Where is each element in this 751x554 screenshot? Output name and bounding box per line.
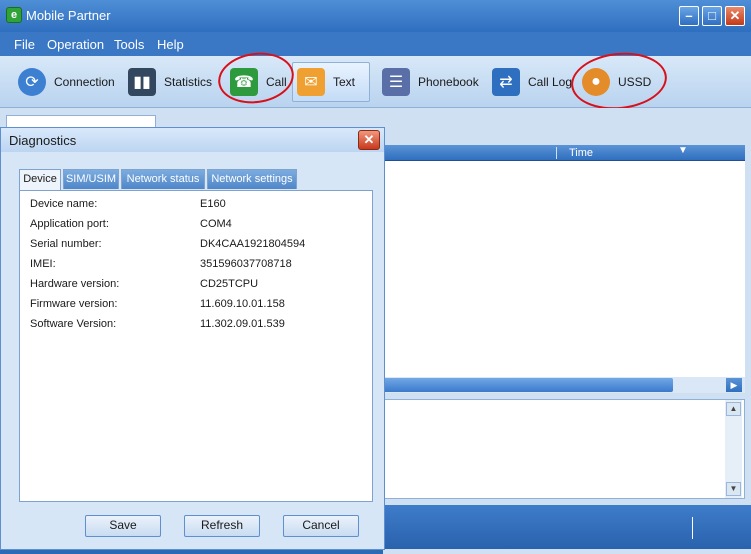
info-row: Device name: E160 xyxy=(30,198,360,214)
toolbar-text[interactable]: ✉ Text xyxy=(292,62,370,102)
toolbar-label: Phonebook xyxy=(418,75,479,89)
scroll-thumb[interactable] xyxy=(383,378,673,392)
save-button[interactable]: Save xyxy=(85,515,161,537)
refresh-button[interactable]: Refresh xyxy=(184,515,260,537)
close-button[interactable]: ✕ xyxy=(725,6,745,26)
info-label: Serial number: xyxy=(30,238,102,250)
toolbar-phonebook[interactable]: ☰ Phonebook xyxy=(378,62,483,102)
toolbar-connection[interactable]: ⟳ Connection xyxy=(14,62,119,102)
app-icon: e xyxy=(6,7,22,23)
maximize-button[interactable]: □ xyxy=(702,6,722,26)
tab-network-settings[interactable]: Network settings xyxy=(207,169,297,189)
statistics-icon: ▮▮ xyxy=(128,68,156,96)
info-value: 351596037708718 xyxy=(200,258,292,270)
tab-device[interactable]: Device xyxy=(19,169,61,191)
scroll-up-arrow-icon[interactable]: ▲ xyxy=(726,402,741,416)
info-row: Hardware version: CD25TCPU xyxy=(30,278,360,294)
message-preview[interactable] xyxy=(383,399,745,499)
tab-sim-usim[interactable]: SIM/USIM xyxy=(63,169,119,189)
info-value: DK4CAA1921804594 xyxy=(200,238,306,250)
phonebook-icon: ☰ xyxy=(382,68,410,96)
horizontal-scrollbar[interactable]: ▶ xyxy=(383,377,745,393)
sort-arrow-icon[interactable]: ▼ xyxy=(678,145,688,156)
info-label: Device name: xyxy=(30,198,98,210)
toolbar-statistics[interactable]: ▮▮ Statistics xyxy=(124,62,216,102)
toolbar-call-log[interactable]: ⇄ Call Log xyxy=(488,62,576,102)
column-separator xyxy=(556,147,557,159)
scroll-down-arrow-icon[interactable]: ▼ xyxy=(726,482,741,496)
toolbar-label: Statistics xyxy=(164,75,213,89)
dialog-title-bar: Diagnostics ✕ xyxy=(1,128,384,152)
info-label: Hardware version: xyxy=(30,278,120,290)
status-separator xyxy=(692,517,693,539)
info-row: Serial number: DK4CAA1921804594 xyxy=(30,238,360,254)
dialog-title: Diagnostics xyxy=(9,133,77,148)
window-title: Mobile Partner xyxy=(26,8,111,23)
title-bar: e Mobile Partner – □ ✕ xyxy=(0,0,751,32)
info-label: Software Version: xyxy=(30,318,117,330)
info-value: COM4 xyxy=(200,218,232,230)
connection-icon: ⟳ xyxy=(18,68,46,96)
toolbar-label: Call Log xyxy=(528,75,573,89)
status-bar xyxy=(383,505,751,549)
envelope-icon: ✉ xyxy=(297,68,325,96)
scroll-right-arrow-icon[interactable]: ▶ xyxy=(726,378,742,392)
diagnostics-dialog: Diagnostics ✕ Device SIM/USIM Network st… xyxy=(0,127,385,550)
toolbar-label: Text xyxy=(333,75,356,89)
info-value: 11.302.09.01.539 xyxy=(200,318,285,330)
menu-tools[interactable]: Tools xyxy=(114,37,144,52)
device-info-panel: Device name: E160 Application port: COM4… xyxy=(19,190,373,502)
minimize-button[interactable]: – xyxy=(679,6,699,26)
list-header: Time ▼ xyxy=(383,145,745,161)
info-value: E160 xyxy=(200,198,226,210)
info-label: Application port: xyxy=(30,218,109,230)
info-row: Software Version: 11.302.09.01.539 xyxy=(30,318,360,334)
message-list[interactable] xyxy=(383,161,745,377)
toolbar-label: Connection xyxy=(54,75,115,89)
info-label: Firmware version: xyxy=(30,298,118,310)
menu-bar: File Operation Tools Help xyxy=(0,32,751,56)
vertical-scrollbar[interactable]: ▲ ▼ xyxy=(725,400,742,498)
time-column-header[interactable]: Time xyxy=(569,147,593,159)
menu-file[interactable]: File xyxy=(14,37,35,52)
call-log-icon: ⇄ xyxy=(492,68,520,96)
menu-help[interactable]: Help xyxy=(157,37,184,52)
info-label: IMEI: xyxy=(30,258,56,270)
cancel-button[interactable]: Cancel xyxy=(283,515,359,537)
dialog-close-button[interactable]: ✕ xyxy=(358,130,380,150)
info-row: IMEI: 351596037708718 xyxy=(30,258,360,274)
info-value: CD25TCPU xyxy=(200,278,259,290)
menu-operation[interactable]: Operation xyxy=(47,37,104,52)
info-value: 11.609.10.01.158 xyxy=(200,298,285,310)
tab-network-status[interactable]: Network status xyxy=(121,169,205,189)
info-row: Application port: COM4 xyxy=(30,218,360,234)
info-row: Firmware version: 11.609.10.01.158 xyxy=(30,298,360,314)
